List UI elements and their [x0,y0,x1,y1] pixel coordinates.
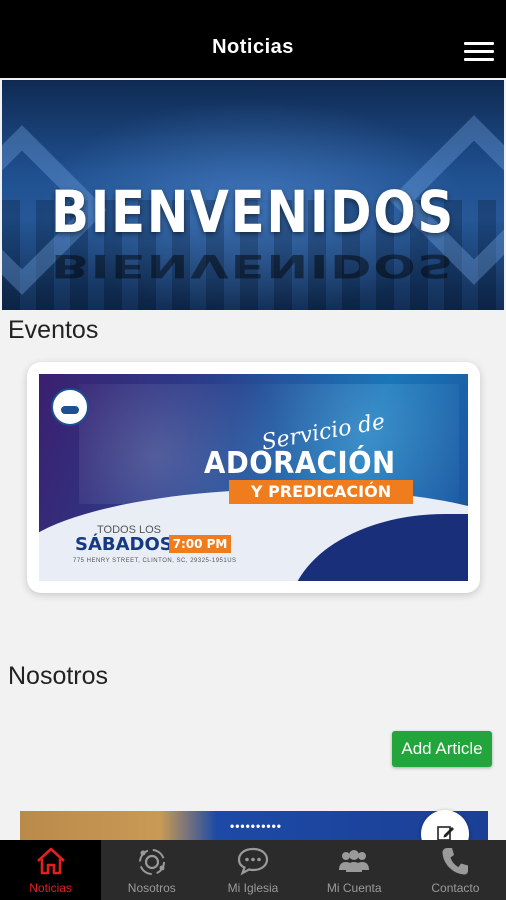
flyer-main-title: ADORACIÓN [204,446,396,481]
flyer-day: SÁBADOS [75,534,173,555]
flyer-time: 7:00 PM [169,535,231,553]
tab-label: Mi Iglesia [227,881,279,895]
chat-bubble-icon [237,847,269,876]
tab-label: Contacto [431,881,480,895]
phone-icon [442,848,469,875]
add-article-button[interactable]: Add Article [392,731,492,767]
flyer-subtitle: Y PREDICACIÓN [229,480,413,504]
tab-contacto[interactable]: Contacto [405,840,506,900]
tab-noticias[interactable]: Noticias [0,840,102,900]
page-title: Noticias [212,36,294,58]
welcome-text-reflection: BIENVENIDOS [50,247,456,285]
top-app-bar: Noticias [0,0,506,78]
tab-label: Nosotros [127,881,176,895]
events-section-title: Eventos [8,316,99,344]
users-icon [339,850,370,872]
flyer-address: 775 HENRY STREET, CLINTON, SC, 29325-195… [73,558,237,564]
church-logo [51,388,89,426]
bottom-tab-bar: Noticias Nosotros Mi Iglesia Mi Cuenta C… [0,840,506,900]
article-preview-dots: •••••••••• [230,819,283,833]
tab-label: Mi Cuenta [326,881,382,895]
tab-mi-cuenta[interactable]: Mi Cuenta [304,840,405,900]
article-preview-image[interactable]: •••••••••• [20,811,488,841]
event-card[interactable]: Servicio de ADORACIÓN Y PREDICACIÓN TODO… [27,362,480,593]
home-icon [36,847,65,875]
event-flyer-image: Servicio de ADORACIÓN Y PREDICACIÓN TODO… [39,374,468,581]
hamburger-menu-icon[interactable] [464,42,494,62]
about-section-title: Nosotros [8,662,109,690]
tab-mi-iglesia[interactable]: Mi Iglesia [202,840,303,900]
orbit-icon [138,849,165,875]
welcome-banner: BIENVENIDOS BIENVENIDOS [2,80,504,310]
welcome-text: BIENVENIDOS [50,178,456,246]
tab-label: Noticias [29,881,72,895]
tab-nosotros[interactable]: Nosotros [101,840,202,900]
